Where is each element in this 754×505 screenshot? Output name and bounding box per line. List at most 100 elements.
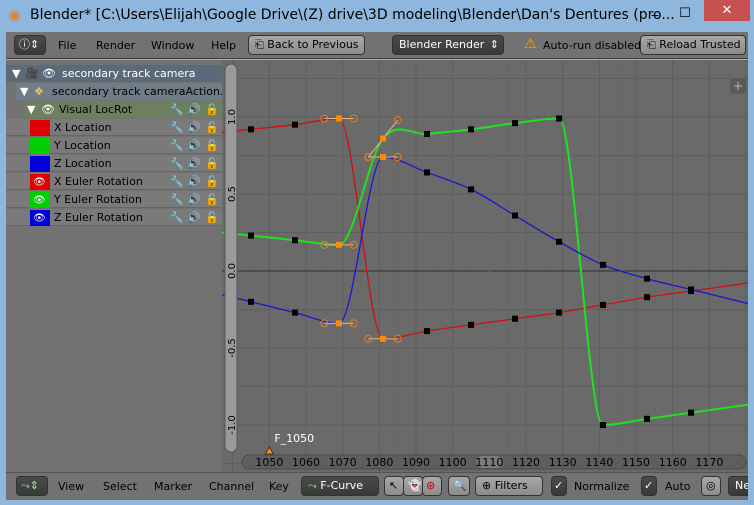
menu-view[interactable]: View (58, 480, 84, 493)
expand-icon[interactable]: ▼ (27, 101, 35, 118)
channel-group[interactable]: ▼ 👁 Visual LocRot 🔧 🔊 🔓 (24, 101, 222, 118)
menu-help[interactable]: Help (211, 39, 236, 52)
auto-checkbox[interactable]: ✓ (641, 476, 657, 496)
keyframe-point[interactable] (600, 422, 607, 428)
menu-window[interactable]: Window (151, 39, 194, 52)
lifebuoy-icon[interactable]: ⊛ (422, 476, 442, 496)
keyframe-point[interactable] (292, 237, 299, 244)
channel-fcurve[interactable]: 👁 X Euler Rotation 🔧 🔊 🔓 (6, 173, 222, 190)
mute-icon[interactable]: 🔊 (187, 101, 201, 118)
lock-icon[interactable]: 🔓 (205, 191, 219, 208)
keyframe-point[interactable] (424, 169, 431, 176)
wrench-icon[interactable]: 🔧 (170, 173, 184, 190)
mute-icon[interactable]: 🔊 (187, 137, 201, 154)
keyframe-point[interactable] (556, 238, 563, 245)
wrench-icon[interactable]: 🔧 (170, 209, 184, 226)
expand-icon[interactable]: ▼ (20, 83, 28, 100)
lock-icon[interactable]: 🔓 (205, 137, 219, 154)
mute-icon[interactable]: 🔊 (187, 173, 201, 190)
only-selected-toggle[interactable]: ↖ (384, 476, 404, 496)
mode-select[interactable]: ⤳ F-Curve (301, 476, 379, 496)
keyframe-point[interactable] (512, 120, 519, 127)
keyframe-point[interactable] (248, 298, 254, 305)
filters-button[interactable]: ⊕ Filters (475, 476, 543, 496)
keyframe-point[interactable] (380, 154, 387, 161)
keyframe-point[interactable] (600, 301, 607, 308)
color-swatch[interactable]: 👁 (30, 192, 50, 208)
keyframe-point[interactable] (468, 186, 475, 193)
keyframe-point[interactable] (424, 130, 431, 137)
menu-marker[interactable]: Marker (154, 480, 192, 493)
channel-action[interactable]: ▼ ❖ secondary track cameraAction.00 (16, 83, 222, 100)
minimize-button[interactable]: ‒ (640, 5, 670, 27)
ghost-icon[interactable]: 👻 (403, 476, 423, 496)
fcurve-line[interactable] (222, 117, 748, 340)
graph-editor-icon[interactable]: ⤳⇕ (16, 476, 48, 496)
keyframe-point[interactable] (248, 126, 254, 133)
record-icon[interactable]: ◎ (701, 476, 721, 496)
menu-render[interactable]: Render (96, 39, 135, 52)
color-swatch[interactable] (30, 156, 50, 172)
channel-fcurve[interactable]: X Location 🔧 🔊 🔓 (6, 119, 222, 136)
wrench-icon[interactable]: 🔧 (170, 137, 184, 154)
menu-select[interactable]: Select (103, 480, 137, 493)
color-swatch[interactable] (30, 120, 50, 136)
keyframe-point[interactable] (424, 328, 431, 335)
keyframe-point[interactable] (600, 261, 607, 268)
keyframe-point[interactable] (556, 115, 563, 122)
channel-fcurve[interactable]: 👁 Y Euler Rotation 🔧 🔊 🔓 (6, 191, 222, 208)
keyframe-point[interactable] (336, 320, 343, 327)
mute-icon[interactable]: 🔊 (187, 209, 201, 226)
mute-icon[interactable]: 🔊 (187, 119, 201, 136)
search-icon[interactable]: 🔍 (448, 476, 470, 496)
channel-object[interactable]: ▼ 🎥 👁 secondary track camera (6, 65, 222, 82)
info-icon[interactable]: ⓘ⇕ (14, 35, 46, 55)
wrench-icon[interactable]: 🔧 (170, 191, 184, 208)
graph-editor-canvas[interactable]: 1.0 0.5 0.0 -0.5 -1.0 + F_1050 1050 1060 1070 1080… (222, 60, 748, 472)
maximize-button[interactable]: ☐ (670, 3, 700, 25)
normalize-checkbox[interactable]: ✓ (551, 476, 567, 496)
expand-icon[interactable]: ▼ (12, 65, 20, 82)
keyframe-point[interactable] (688, 286, 695, 293)
keyframe-point[interactable] (380, 135, 387, 142)
color-swatch[interactable]: 👁 (30, 174, 50, 190)
lock-icon[interactable]: 🔓 (205, 119, 219, 136)
wrench-icon[interactable]: 🔧 (170, 101, 184, 118)
marker-triangle-icon[interactable] (264, 445, 275, 455)
channel-fcurve[interactable]: Z Location 🔧 🔊 🔓 (6, 155, 222, 172)
eye-icon[interactable]: 👁 (42, 65, 56, 82)
keyframe-point[interactable] (292, 309, 299, 316)
channel-fcurve[interactable]: Y Location 🔧 🔊 🔓 (6, 137, 222, 154)
lock-icon[interactable]: 🔓 (205, 173, 219, 190)
keyframe-point[interactable] (644, 294, 651, 301)
back-to-previous-button[interactable]: ⎗ Back to Previous (248, 35, 365, 55)
keyframe-point[interactable] (512, 212, 519, 219)
keyframe-point[interactable] (644, 275, 651, 282)
render-engine-select[interactable]: Blender Render ⇕ (392, 35, 504, 55)
wrench-icon[interactable]: 🔧 (170, 119, 184, 136)
color-swatch[interactable]: 👁 (30, 210, 50, 226)
lock-icon[interactable]: 🔓 (205, 209, 219, 226)
mute-icon[interactable]: 🔊 (187, 191, 201, 208)
menu-file[interactable]: File (58, 39, 76, 52)
lock-icon[interactable]: 🔓 (205, 155, 219, 172)
wrench-icon[interactable]: 🔧 (170, 155, 184, 172)
keyframe-point[interactable] (556, 309, 563, 316)
keyframe-point[interactable] (292, 121, 299, 128)
keyframe-point[interactable] (688, 409, 695, 416)
close-button[interactable]: ✕ (704, 0, 750, 21)
mute-icon[interactable]: 🔊 (187, 155, 201, 172)
menu-key[interactable]: Key (269, 480, 289, 493)
lock-icon[interactable]: 🔓 (205, 101, 219, 118)
keyframe-point[interactable] (512, 315, 519, 322)
channel-fcurve[interactable]: 👁 Z Euler Rotation 🔧 🔊 🔓 (6, 209, 222, 226)
fcurve-line[interactable] (222, 117, 748, 427)
fcurve-plot[interactable]: 1.0 0.5 0.0 -0.5 -1.0 + F_1050 1050 1060 1070 1080… (222, 60, 748, 472)
keyframe-point[interactable] (644, 415, 651, 422)
menu-channel[interactable]: Channel (209, 480, 254, 493)
color-swatch[interactable] (30, 138, 50, 154)
keyframe-point[interactable] (468, 126, 475, 133)
keyframe-point[interactable] (336, 241, 343, 248)
reload-trusted-button[interactable]: ⎗ Reload Trusted (640, 35, 746, 55)
keyframe-point[interactable] (380, 335, 387, 342)
